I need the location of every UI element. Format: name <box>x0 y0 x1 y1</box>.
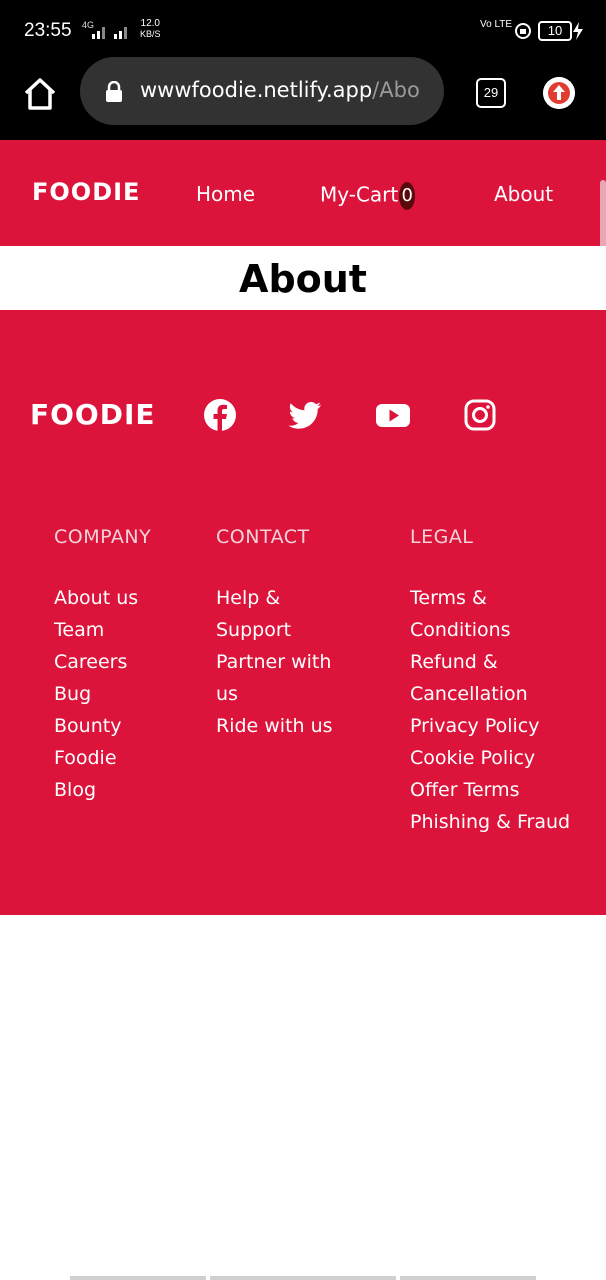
gesture-bar-center <box>210 1276 396 1280</box>
url-domain: wwwfoodie.netlify.app <box>140 78 373 102</box>
tab-count: 29 <box>483 85 499 100</box>
site-navbar: FOODIE Home My-Cart 0 About <box>0 140 606 246</box>
footer-company-links: About us Team Careers Bug Bounty Foodie … <box>54 582 138 806</box>
footer-link-terms[interactable]: Terms & <box>410 582 570 614</box>
facebook-icon[interactable] <box>203 398 237 432</box>
footer-link-cookie[interactable]: Cookie Policy <box>410 742 570 774</box>
status-bar: 23:55 4G 12.0 KB/S Vo LTE 10 <box>0 0 606 62</box>
footer-link-support[interactable]: Support <box>216 614 333 646</box>
footer-link-bounty[interactable]: Bounty <box>54 710 138 742</box>
home-icon[interactable] <box>22 76 58 112</box>
battery-indicator: 10 <box>538 21 572 41</box>
address-bar[interactable]: wwwfoodie.netlify.app/Abo <box>80 57 444 125</box>
cart-label: My-Cart <box>320 182 399 207</box>
tab-switcher-button[interactable]: 29 <box>476 78 506 108</box>
page-title: About <box>239 257 367 301</box>
footer-link-team[interactable]: Team <box>54 614 138 646</box>
footer-link-offer-terms[interactable]: Offer Terms <box>410 774 570 806</box>
charging-icon <box>573 22 583 40</box>
footer-link-partner-us[interactable]: us <box>216 678 333 710</box>
footer-link-partner[interactable]: Partner with <box>216 646 333 678</box>
nav-link-about[interactable]: About <box>494 182 553 206</box>
gesture-bar-right <box>400 1276 536 1280</box>
footer-heading-company: COMPANY <box>54 526 152 548</box>
footer-contact-links: Help & Support Partner with us Ride with… <box>216 582 333 742</box>
nav-link-home[interactable]: Home <box>196 182 255 206</box>
footer-heading-contact: CONTACT <box>216 526 310 548</box>
url-text[interactable]: wwwfoodie.netlify.app/Abo <box>140 78 430 102</box>
data-saver-icon <box>515 23 531 39</box>
twitter-icon[interactable] <box>288 398 322 432</box>
footer-heading-legal: LEGAL <box>410 526 474 548</box>
status-time: 23:55 <box>24 20 72 41</box>
footer-link-conditions[interactable]: Conditions <box>410 614 570 646</box>
footer-link-privacy[interactable]: Privacy Policy <box>410 710 570 742</box>
speed-value: 12.0 <box>140 18 160 29</box>
footer-link-cancellation[interactable]: Cancellation <box>410 678 570 710</box>
footer-link-bug[interactable]: Bug <box>54 678 138 710</box>
instagram-icon[interactable] <box>463 398 497 432</box>
footer-link-about-us[interactable]: About us <box>54 582 138 614</box>
footer-link-phishing[interactable]: Phishing & Fraud <box>410 806 570 838</box>
signal-icon <box>92 27 127 39</box>
footer-legal-links: Terms & Conditions Refund & Cancellation… <box>410 582 570 838</box>
url-path: /Abo <box>372 78 420 102</box>
update-icon[interactable] <box>543 77 575 109</box>
youtube-icon[interactable] <box>376 398 410 432</box>
footer-link-help[interactable]: Help & <box>216 582 333 614</box>
page-heading-band: About <box>0 246 606 310</box>
speed-unit: KB/S <box>140 29 161 39</box>
lock-icon <box>106 81 122 102</box>
site-footer: FOODIE COMPANY CONTACT LEGAL About us Te… <box>0 310 606 915</box>
footer-link-foodie[interactable]: Foodie <box>54 742 138 774</box>
nav-link-cart[interactable]: My-Cart 0 <box>320 182 416 210</box>
gesture-bar-left <box>70 1276 206 1280</box>
browser-toolbar: wwwfoodie.netlify.app/Abo 29 <box>0 57 606 140</box>
data-speed: 12.0 KB/S <box>140 18 161 40</box>
footer-link-blog[interactable]: Blog <box>54 774 138 806</box>
footer-link-refund[interactable]: Refund & <box>410 646 570 678</box>
nav-brand-logo[interactable]: FOODIE <box>32 178 140 206</box>
footer-link-ride[interactable]: Ride with us <box>216 710 333 742</box>
footer-brand-logo[interactable]: FOODIE <box>30 398 156 431</box>
battery-level: 10 <box>547 23 563 38</box>
footer-link-careers[interactable]: Careers <box>54 646 138 678</box>
cart-count-badge: 0 <box>399 182 416 210</box>
carrier-label: Vo LTE <box>480 19 513 30</box>
